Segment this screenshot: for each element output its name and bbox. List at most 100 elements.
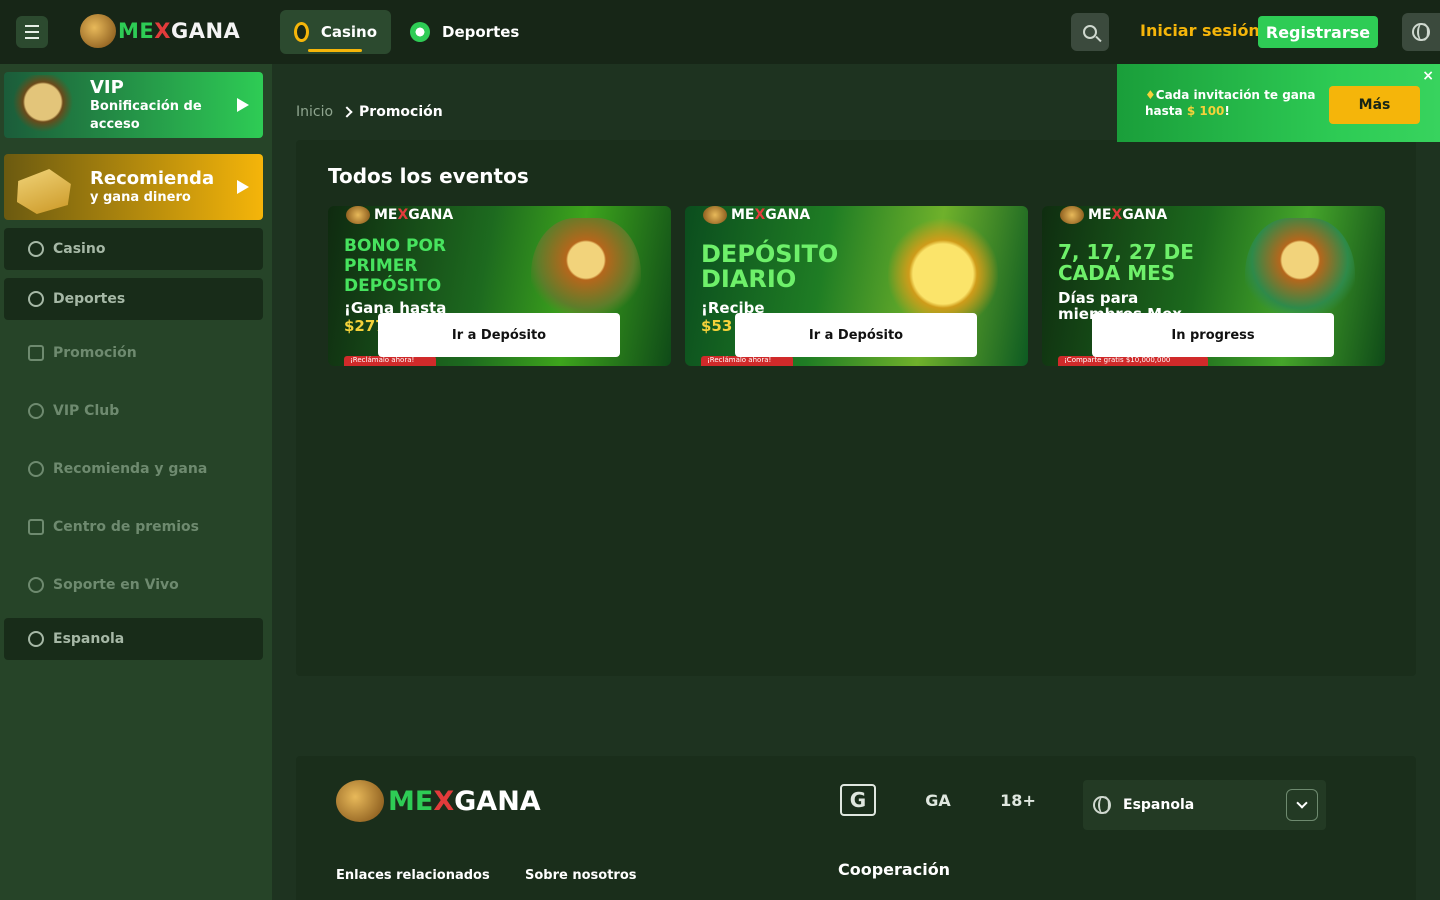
eagle-logo-icon	[346, 206, 370, 224]
sidebar-item-casino[interactable]: Casino	[4, 228, 263, 270]
invite-toast-suffix: !	[1224, 104, 1230, 118]
invite-toast-text: ♦Cada invitación te gana hasta $ 100!	[1145, 87, 1317, 119]
card-headline: 7, 17, 27 DE CADA MES	[1058, 240, 1194, 285]
login-link[interactable]: Iniciar sesión	[1140, 21, 1260, 40]
logo-text-gana: GANA	[170, 19, 241, 43]
fire-icon: ♦	[1145, 88, 1156, 102]
gold-bars-icon	[16, 169, 71, 214]
active-tab-underline	[308, 49, 362, 52]
footer-about-us-heading[interactable]: Sobre nosotros	[525, 868, 637, 883]
invite-toast: ♦Cada invitación te gana hasta $ 100! Má…	[1117, 64, 1440, 142]
card-logo-me: ME	[374, 207, 398, 223]
card-logo-me: ME	[731, 207, 755, 223]
sidebar-item-centro-premios[interactable]: Centro de premios	[4, 506, 263, 548]
breadcrumb-home[interactable]: Inicio	[296, 104, 333, 120]
card-logo-gana: GANA	[1122, 207, 1168, 223]
sidebar-item-label: Recomienda y gana	[53, 461, 208, 477]
sidebar-item-label: Deportes	[53, 291, 126, 307]
sidebar-item-recomienda[interactable]: Recomienda y gana	[4, 448, 263, 490]
sidebar-item-label: Centro de premios	[53, 519, 199, 535]
logo-text-me: ME	[118, 19, 155, 43]
users-icon	[28, 461, 44, 477]
gift-box-icon	[28, 519, 44, 535]
casino-chip-icon	[294, 22, 309, 42]
card-logo-me: ME	[1088, 207, 1112, 223]
sidebar-item-vip-club[interactable]: VIP Club	[4, 390, 263, 432]
referral-promo-subtitle: y gana dinero	[90, 189, 191, 205]
vip-promo-title: VIP	[90, 76, 124, 98]
card-logo: ME X GANA	[346, 206, 453, 224]
breadcrumb: Inicio Promoción	[296, 104, 443, 120]
vip-promo-banner[interactable]: VIP Bonificación de acceso	[4, 72, 263, 138]
soccer-ball-icon	[410, 22, 430, 42]
age-restriction-badge: 18+	[1000, 790, 1036, 810]
register-button[interactable]: Registrarse	[1258, 16, 1378, 48]
logo-text-x: X	[154, 19, 171, 43]
search-button[interactable]	[1071, 13, 1109, 51]
vip-promo-subtitle: Bonificación de acceso	[90, 98, 202, 132]
card-amount: $53	[701, 317, 733, 335]
search-icon	[1083, 25, 1097, 39]
in-progress-button[interactable]: In progress	[1092, 313, 1334, 357]
sidebar: VIP Bonificación de acceso Recomienda y …	[0, 64, 272, 900]
card-ribbon: ¡Reclámalo ahora!	[344, 356, 436, 366]
gift-tag-icon	[28, 345, 44, 361]
language-select[interactable]: Espanola	[1083, 780, 1326, 830]
tab-casino[interactable]: Casino	[280, 10, 391, 54]
medal-icon	[28, 403, 44, 419]
footer-logo[interactable]: ME X GANA	[336, 780, 541, 822]
chevron-down-icon[interactable]	[1286, 789, 1318, 821]
card-logo-gana: GANA	[765, 207, 811, 223]
card-logo-x: X	[397, 207, 409, 223]
globe-icon	[1412, 23, 1430, 41]
tab-casino-label: Casino	[320, 23, 377, 41]
promo-card-daily-deposit[interactable]: ME X GANA DEPÓSITO DIARIO ¡Recibe $53 ¡Rec…	[685, 206, 1028, 366]
close-icon[interactable]: ×	[1422, 68, 1434, 84]
sidebar-item-label: VIP Club	[53, 403, 120, 419]
globe-icon	[1093, 796, 1111, 814]
footer-related-links-heading[interactable]: Enlaces relacionados	[336, 868, 490, 883]
card-logo: ME X GANA	[1060, 206, 1167, 224]
breadcrumb-current: Promoción	[359, 104, 443, 120]
promo-card-first-deposit[interactable]: ME X GANA BONO POR PRIMER DEPÓSITO ¡Gana h…	[328, 206, 671, 366]
sidebar-item-label: Casino	[53, 241, 106, 257]
footer-logo-gana: GANA	[454, 785, 541, 817]
eagle-logo-icon	[336, 780, 384, 822]
footer-logo-me: ME	[388, 785, 434, 817]
card-ribbon: ¡Comparte gratis $10,000,000	[1058, 356, 1208, 366]
go-to-deposit-button[interactable]: Ir a Depósito	[378, 313, 620, 357]
soccer-ball-icon	[28, 291, 44, 307]
gamblers-anonymous-logo-icon[interactable]: GA	[918, 784, 958, 816]
play-icon	[237, 180, 249, 194]
sidebar-item-deportes[interactable]: Deportes	[4, 278, 263, 320]
go-to-deposit-button[interactable]: Ir a Depósito	[735, 313, 977, 357]
sidebar-item-promocion[interactable]: Promoción	[4, 332, 263, 374]
promo-card-monthly-days[interactable]: ME X GANA 7, 17, 27 DE CADA MES Días para …	[1042, 206, 1385, 366]
play-icon	[237, 98, 249, 112]
referral-promo-text: Recomienda y gana dinero	[90, 168, 214, 207]
vip-diamond-icon	[12, 75, 74, 135]
menu-icon	[25, 23, 39, 41]
sidebar-item-label: Espanola	[53, 631, 125, 647]
footer-logo-x: X	[433, 785, 455, 817]
page-title: Todos los eventos	[328, 164, 529, 188]
sidebar-item-soporte[interactable]: Soporte en Vivo	[4, 564, 263, 606]
tab-deportes[interactable]: Deportes	[396, 10, 533, 54]
menu-button[interactable]	[16, 16, 48, 48]
tab-deportes-label: Deportes	[442, 23, 520, 41]
top-header: ME X GANA Casino Deportes Iniciar sesión R…	[0, 0, 1440, 64]
eagle-logo-icon	[1060, 206, 1084, 224]
card-logo: ME X GANA	[703, 206, 810, 224]
globe-icon	[28, 631, 44, 647]
casino-chip-icon	[28, 241, 44, 257]
language-button[interactable]	[1402, 13, 1440, 51]
eagle-logo-icon	[80, 14, 116, 48]
referral-promo-banner[interactable]: Recomienda y gana dinero	[4, 154, 263, 220]
more-button[interactable]: Más	[1329, 86, 1420, 124]
eagle-logo-icon	[703, 206, 727, 224]
sidebar-item-language[interactable]: Espanola	[4, 618, 263, 660]
gamcare-logo-icon[interactable]: G	[840, 784, 876, 816]
invite-toast-amount: $ 100	[1186, 104, 1225, 118]
sidebar-item-label: Soporte en Vivo	[53, 577, 179, 593]
site-logo[interactable]: ME X GANA	[80, 14, 240, 48]
